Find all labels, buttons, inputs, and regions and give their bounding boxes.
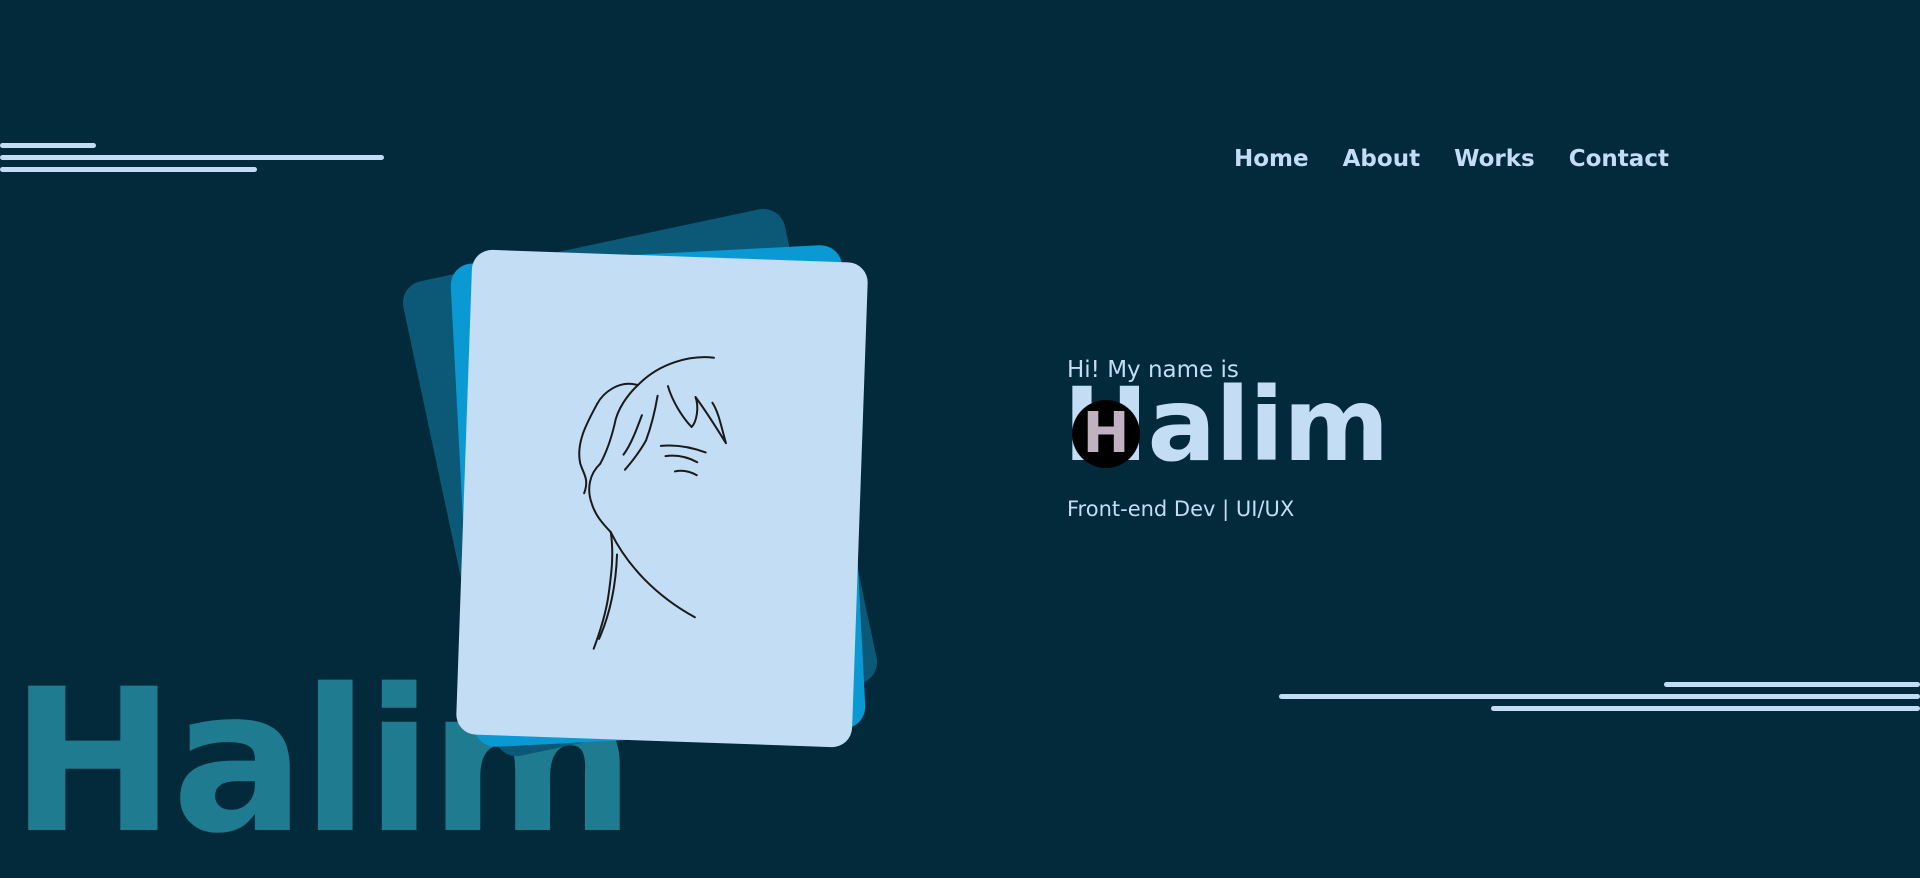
decor-line-bottom-2 — [1279, 694, 1920, 699]
nav-about[interactable]: About — [1343, 146, 1420, 172]
role-text: Front-end Dev | UI/UX — [1067, 497, 1295, 521]
cursor-letter: H — [1082, 401, 1130, 466]
main-nav: Home About Works Contact — [1234, 146, 1669, 172]
nav-works[interactable]: Works — [1454, 146, 1535, 172]
decor-line-top-3 — [0, 167, 257, 172]
decor-line-top-1 — [0, 143, 96, 148]
nav-contact[interactable]: Contact — [1569, 146, 1669, 172]
decor-line-bottom-1 — [1664, 682, 1920, 687]
portrait-card — [455, 249, 869, 748]
sketch-portrait-icon — [578, 356, 727, 650]
decor-line-bottom-3 — [1491, 706, 1920, 711]
circle-cursor-icon: H — [1072, 400, 1140, 468]
nav-home[interactable]: Home — [1234, 146, 1309, 172]
decor-line-top-2 — [0, 155, 384, 160]
